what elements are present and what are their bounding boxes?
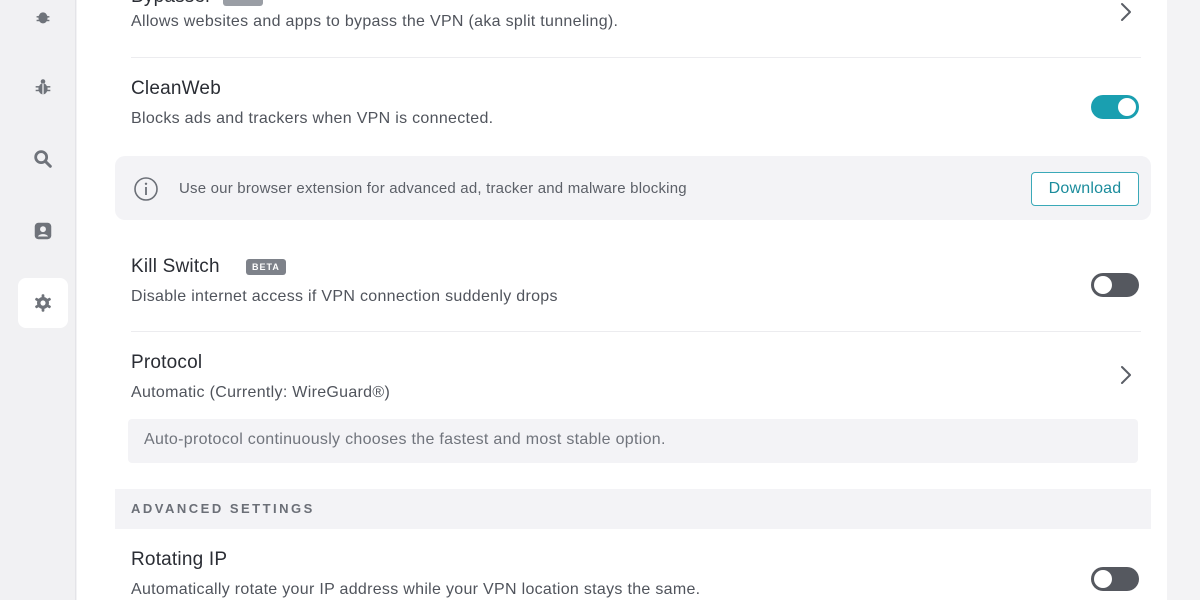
extension-notice-text: Use our browser extension for advanced a… [179,180,687,197]
sidebar [0,0,76,600]
rotating-ip-title: Rotating IP [131,549,228,570]
toggle-knob [1094,570,1112,588]
bug-icon [36,12,50,24]
advanced-settings-header: ADVANCED SETTINGS [115,489,1151,529]
sidebar-item-search[interactable] [18,134,68,184]
bypasser-title: Bypasser [131,0,212,8]
protocol-title: Protocol [131,352,203,373]
person-icon [34,222,52,240]
settings-panel: Bypasser Allows websites and apps to byp… [77,0,1167,600]
cleanweb-toggle[interactable] [1091,95,1139,119]
bypasser-description: Allows websites and apps to bypass the V… [131,13,619,30]
chevron-right-icon[interactable] [1117,363,1135,387]
settings-window: Bypasser Allows websites and apps to byp… [0,0,1200,600]
protocol-note-text: Auto-protocol continuously chooses the f… [144,431,666,448]
rotating-ip-toggle[interactable] [1091,567,1139,591]
extension-notice: Use our browser extension for advanced a… [115,156,1151,220]
section-title: ADVANCED SETTINGS [131,501,315,516]
divider [131,331,1141,332]
protocol-value: Automatic (Currently: WireGuard®) [131,384,391,401]
divider [131,57,1141,58]
chevron-right-icon[interactable] [1117,0,1135,24]
sidebar-item-bug-top[interactable] [18,0,68,42]
kill-switch-description: Disable internet access if VPN connectio… [131,288,558,305]
cleanweb-title: CleanWeb [131,78,221,99]
sidebar-item-settings[interactable] [18,278,68,328]
download-button[interactable]: Download [1031,172,1139,206]
window-edge [1167,0,1200,600]
toggle-knob [1118,98,1136,116]
bug-icon [35,79,51,95]
cleanweb-description: Blocks ads and trackers when VPN is conn… [131,110,494,127]
info-icon [134,177,158,201]
gear-icon [35,294,51,312]
new-badge [223,0,263,6]
kill-switch-toggle[interactable] [1091,273,1139,297]
sidebar-item-account[interactable] [18,206,68,256]
rotating-ip-description: Automatically rotate your IP address whi… [131,581,701,598]
protocol-note: Auto-protocol continuously chooses the f… [128,419,1138,463]
toggle-knob [1094,276,1112,294]
kill-switch-title: Kill Switch [131,256,220,277]
sidebar-item-bug[interactable] [18,62,68,112]
beta-badge: BETA [246,259,286,275]
search-icon [34,150,52,168]
